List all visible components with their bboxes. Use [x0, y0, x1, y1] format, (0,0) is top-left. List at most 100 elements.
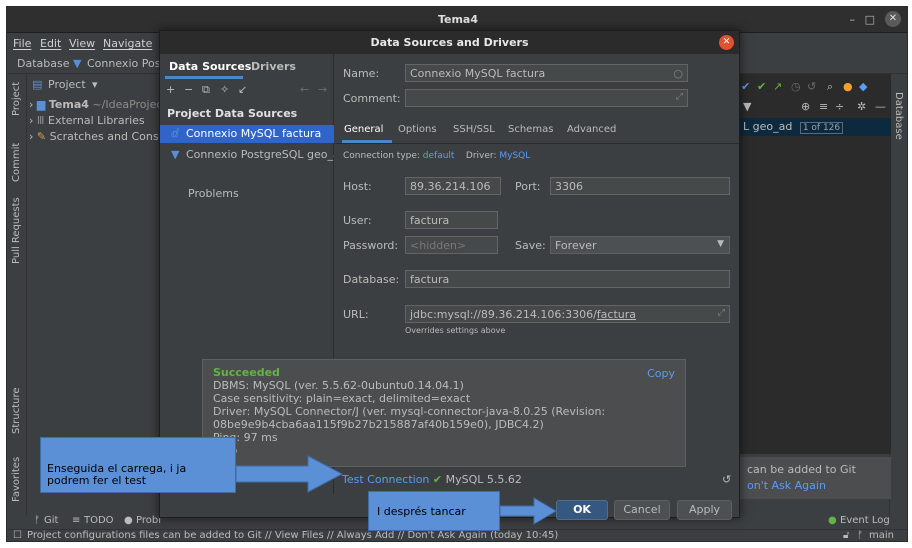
user-field[interactable]: factura: [405, 211, 498, 229]
add-icon[interactable]: +: [166, 83, 175, 96]
git-branch[interactable]: main: [869, 530, 894, 541]
expand-field-icon[interactable]: ⤢: [718, 308, 725, 318]
url-field[interactable]: jdbc:mysql://89.36.214.106:3306/factura …: [405, 305, 730, 323]
tool-pull-requests[interactable]: Pull Requests: [11, 197, 22, 264]
test-connection-link[interactable]: Test Connection: [342, 473, 429, 486]
folder-icon: ▆: [36, 98, 46, 111]
problems-item[interactable]: Problems: [188, 187, 239, 200]
breadcrumb-connection[interactable]: Connexio Post: [87, 57, 165, 70]
expand-icon[interactable]: ≡: [819, 100, 828, 113]
breadcrumb-database[interactable]: Database: [17, 57, 70, 70]
plugin-icon[interactable]: ◆: [859, 80, 867, 93]
save-select[interactable]: Forever ▼: [550, 236, 730, 254]
tree-item-scratches[interactable]: › ✎ Scratches and Conso: [29, 130, 165, 146]
tool-event-log[interactable]: Event Log: [840, 515, 890, 526]
check-icon[interactable]: ✔: [757, 80, 766, 93]
mysql-icon: ⅆ: [171, 127, 179, 140]
wrench-icon[interactable]: ✧: [220, 83, 229, 96]
datasource-item-postgresql[interactable]: ▼ Connexio PostgreSQL geo_ad: [160, 146, 334, 164]
tab-data-sources[interactable]: Data Sources: [169, 60, 251, 73]
driver-label: Driver:: [465, 151, 497, 161]
name-field[interactable]: Connexio MySQL factura ○: [405, 64, 688, 82]
comment-field[interactable]: ⤢: [405, 89, 688, 107]
dont-ask-again-link[interactable]: on't Ask Again: [747, 479, 883, 492]
update-icon[interactable]: ●: [843, 80, 853, 93]
problems-icon: ●: [124, 515, 133, 526]
password-label: Password:: [343, 239, 399, 252]
database-field[interactable]: factura: [405, 270, 730, 288]
hide-icon[interactable]: —: [875, 100, 886, 113]
connection-type-link[interactable]: default: [423, 151, 455, 161]
clock-icon[interactable]: ◷: [791, 80, 801, 93]
menu-file[interactable]: File: [13, 37, 31, 50]
datasource-label: Connexio PostgreSQL geo_ad: [186, 148, 334, 161]
project-icon: ▤: [32, 78, 43, 91]
status-message[interactable]: Project configurations files can be adde…: [27, 530, 558, 541]
project-panel-title[interactable]: Project: [48, 78, 86, 91]
annotation-callout-test: Enseguida el carrega, i ja podrem fer el…: [40, 437, 236, 493]
tool-problems[interactable]: Probl: [136, 515, 161, 526]
gear-icon[interactable]: ✲: [857, 100, 866, 113]
menu-edit[interactable]: Edit: [40, 37, 61, 50]
copy-link[interactable]: Copy: [647, 367, 675, 380]
dialog-close-icon[interactable]: ✕: [719, 35, 734, 50]
tab-drivers[interactable]: Drivers: [251, 60, 296, 73]
editor-tab-geo-ad[interactable]: L geo_ad 1 of 126: [739, 118, 891, 136]
host-field[interactable]: 89.36.214.106: [405, 177, 501, 195]
status-message-icon: ☐: [13, 530, 22, 541]
password-field[interactable]: <hidden>: [405, 236, 498, 254]
tool-structure[interactable]: Structure: [11, 387, 22, 434]
menu-view[interactable]: View: [69, 37, 95, 50]
maximize-icon[interactable]: □: [865, 13, 875, 26]
name-label: Name:: [343, 67, 380, 80]
tool-todo[interactable]: TODO: [84, 515, 114, 526]
url-prefix: jdbc:mysql://89.36.214.106:3306/: [410, 308, 597, 321]
annotation-callout-close: I després tancar: [368, 491, 500, 531]
connection-type-label: Connection type:: [343, 151, 420, 161]
expand-field-icon[interactable]: ⤢: [676, 92, 683, 102]
tool-favorites[interactable]: Favorites: [11, 457, 22, 502]
editor-right-area: ✔ ✔ ↗ ◷ ↺ ⌕ ● ◆ ⊕ ≡ ÷ ✲ — ▼ L geo_ad 1 o…: [739, 74, 891, 454]
git-notice-text: can be added to Git: [747, 463, 856, 476]
tab-general[interactable]: General: [344, 124, 383, 135]
remove-icon[interactable]: −: [184, 83, 193, 96]
back-icon[interactable]: ←: [300, 83, 309, 96]
tab-schemas[interactable]: Schemas: [508, 124, 553, 135]
tool-project[interactable]: Project: [11, 82, 22, 116]
window-title: Tema4: [437, 13, 479, 26]
filter-icon[interactable]: ▼: [743, 100, 751, 113]
ok-button[interactable]: OK: [556, 500, 608, 520]
tree-item-tema4[interactable]: › ▆ Tema4 ~/IdeaProjec: [29, 98, 162, 114]
tab-ssh-ssl[interactable]: SSH/SSL: [453, 124, 495, 135]
minimize-icon[interactable]: –: [850, 13, 856, 26]
collapse-icon[interactable]: ÷: [835, 100, 844, 113]
tool-git[interactable]: Git: [44, 515, 58, 526]
chevron-right-icon: ›: [29, 98, 34, 111]
import-icon[interactable]: ↙: [238, 83, 247, 96]
chevron-down-icon[interactable]: ▾: [92, 78, 98, 91]
tool-commit[interactable]: Commit: [11, 143, 22, 182]
menu-navigate[interactable]: Navigate: [103, 37, 152, 50]
search-icon[interactable]: ⌕: [827, 80, 833, 94]
cancel-button[interactable]: Cancel: [614, 500, 670, 520]
datasource-item-mysql[interactable]: ⅆ Connexio MySQL factura: [160, 125, 334, 143]
duplicate-icon[interactable]: ⧉: [202, 83, 210, 97]
forward-icon[interactable]: →: [318, 83, 327, 96]
window-close-icon[interactable]: ✕: [885, 11, 901, 27]
arrow-icon[interactable]: ↗: [773, 80, 782, 93]
revert-icon[interactable]: ↺: [722, 473, 731, 486]
tool-database[interactable]: Database: [893, 92, 904, 140]
tab-options[interactable]: Options: [398, 124, 437, 135]
test-connection-row: Test Connection ✔ MySQL 5.5.62: [342, 473, 522, 486]
tab-advanced[interactable]: Advanced: [567, 124, 616, 135]
test-version: MySQL 5.5.62: [445, 473, 522, 486]
undo-icon[interactable]: ↺: [807, 80, 816, 93]
apply-button[interactable]: Apply: [677, 500, 732, 520]
driver-link[interactable]: MySQL: [499, 151, 530, 161]
datasource-icon: ▼: [73, 57, 82, 70]
tree-item-external-libraries[interactable]: › Ⅲ External Libraries: [29, 114, 145, 130]
port-field[interactable]: 3306: [550, 177, 730, 195]
check-icon[interactable]: ✔: [741, 80, 750, 93]
target-icon[interactable]: ⊕: [801, 100, 810, 113]
check-icon: ✔: [432, 473, 443, 486]
